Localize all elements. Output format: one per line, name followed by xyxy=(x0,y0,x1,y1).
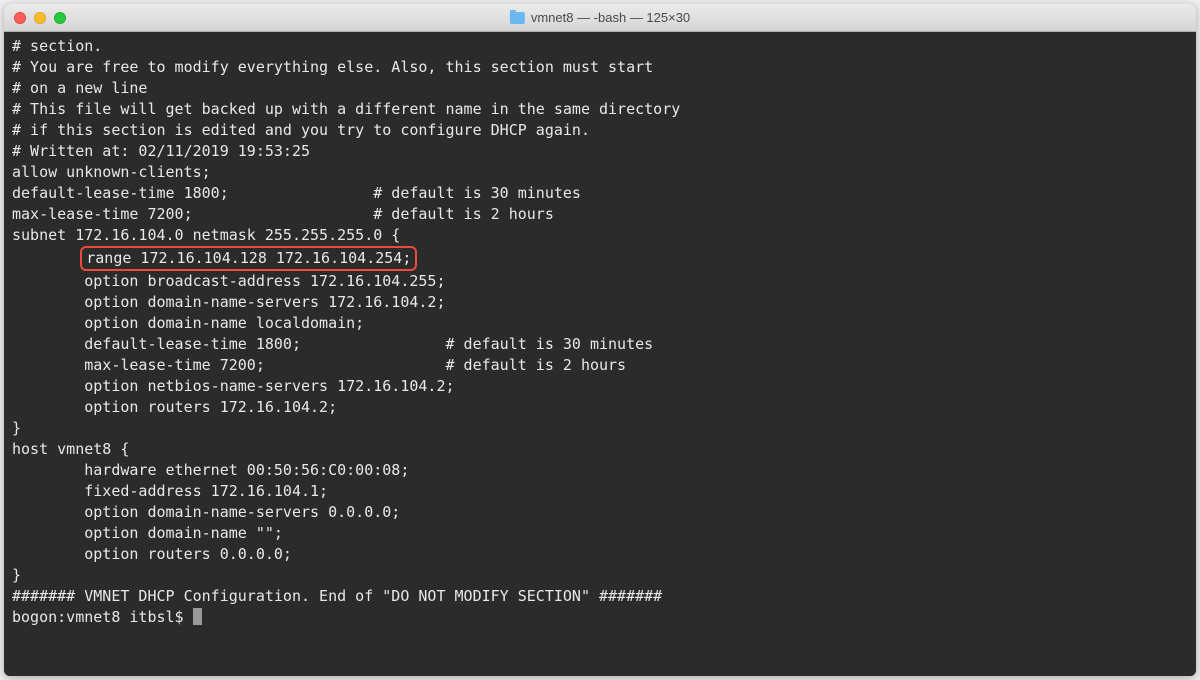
shell-prompt: bogon:vmnet8 itbsl$ xyxy=(12,608,193,626)
window-title: vmnet8 — -bash — 125×30 xyxy=(510,10,690,25)
close-button[interactable] xyxy=(14,12,26,24)
terminal-line: option routers 172.16.104.2; xyxy=(12,397,1188,418)
terminal-line: ####### VMNET DHCP Configuration. End of… xyxy=(12,586,1188,607)
terminal-line: max-lease-time 7200; # default is 2 hour… xyxy=(12,355,1188,376)
terminal-window: vmnet8 — -bash — 125×30 # section.# You … xyxy=(4,4,1196,676)
terminal-content[interactable]: # section.# You are free to modify every… xyxy=(4,32,1196,676)
terminal-line: option domain-name ""; xyxy=(12,523,1188,544)
terminal-line: } xyxy=(12,418,1188,439)
terminal-line: max-lease-time 7200; # default is 2 hour… xyxy=(12,204,1188,225)
title-bar: vmnet8 — -bash — 125×30 xyxy=(4,4,1196,32)
minimize-button[interactable] xyxy=(34,12,46,24)
terminal-line: # Written at: 02/11/2019 19:53:25 xyxy=(12,141,1188,162)
terminal-line: option domain-name-servers 172.16.104.2; xyxy=(12,292,1188,313)
terminal-line: } xyxy=(12,565,1188,586)
cursor xyxy=(193,608,202,625)
title-label: vmnet8 — -bash — 125×30 xyxy=(531,10,690,25)
terminal-line: allow unknown-clients; xyxy=(12,162,1188,183)
terminal-line: option domain-name localdomain; xyxy=(12,313,1188,334)
terminal-line-highlighted: range 172.16.104.128 172.16.104.254; xyxy=(12,246,1188,271)
traffic-lights xyxy=(14,12,66,24)
terminal-line: hardware ethernet 00:50:56:C0:00:08; xyxy=(12,460,1188,481)
maximize-button[interactable] xyxy=(54,12,66,24)
terminal-line: default-lease-time 1800; # default is 30… xyxy=(12,183,1188,204)
terminal-line: # You are free to modify everything else… xyxy=(12,57,1188,78)
terminal-line: # section. xyxy=(12,36,1188,57)
terminal-line: # on a new line xyxy=(12,78,1188,99)
prompt-line: bogon:vmnet8 itbsl$ xyxy=(12,607,1188,628)
terminal-line: # This file will get backed up with a di… xyxy=(12,99,1188,120)
terminal-line: # if this section is edited and you try … xyxy=(12,120,1188,141)
highlight-annotation: range 172.16.104.128 172.16.104.254; xyxy=(80,246,417,271)
folder-icon xyxy=(510,12,525,24)
terminal-line: default-lease-time 1800; # default is 30… xyxy=(12,334,1188,355)
terminal-line: option netbios-name-servers 172.16.104.2… xyxy=(12,376,1188,397)
indent xyxy=(12,249,84,267)
terminal-line: option domain-name-servers 0.0.0.0; xyxy=(12,502,1188,523)
terminal-line: fixed-address 172.16.104.1; xyxy=(12,481,1188,502)
terminal-line: subnet 172.16.104.0 netmask 255.255.255.… xyxy=(12,225,1188,246)
terminal-line: option routers 0.0.0.0; xyxy=(12,544,1188,565)
terminal-line: host vmnet8 { xyxy=(12,439,1188,460)
terminal-line: option broadcast-address 172.16.104.255; xyxy=(12,271,1188,292)
